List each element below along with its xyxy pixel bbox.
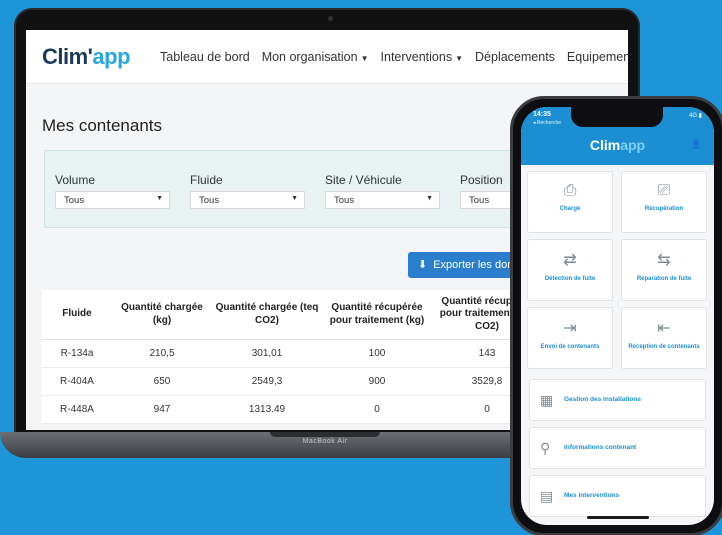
table-cell: R-404A bbox=[60, 376, 94, 387]
nav-mon-organisation[interactable]: Mon organisation ▼ bbox=[262, 50, 369, 64]
table-cell: 0 bbox=[374, 404, 380, 415]
site-vehicule-select[interactable]: Tous ▼ bbox=[325, 191, 440, 209]
filter-fluide: Fluide Tous ▼ bbox=[190, 173, 305, 209]
interventions-icon: ▤ bbox=[540, 488, 554, 504]
tile-recuperation[interactable]: ⎚ Récupération bbox=[621, 171, 707, 233]
tile-detection-fuite[interactable]: ⇄ Détection de fuite bbox=[527, 239, 613, 301]
status-indicators: 4G ▮ bbox=[689, 113, 702, 119]
user-icon[interactable]: 👤 bbox=[691, 139, 702, 150]
filter-label: Fluide bbox=[190, 173, 223, 187]
filter-label: Volume bbox=[55, 173, 96, 187]
dropdown-arrow-icon: ▼ bbox=[426, 195, 433, 202]
filter-site-vehicule: Site / Véhicule Tous ▼ bbox=[325, 173, 440, 209]
installations-icon: ▦ bbox=[540, 392, 554, 408]
table-cell: 900 bbox=[368, 376, 386, 387]
column-header[interactable]: Quantité récupérée pour traitement (kg) bbox=[322, 302, 432, 327]
send-container-icon: ⇥ bbox=[563, 320, 577, 337]
tile-reparation-fuite[interactable]: ⇆ Réparation de fuite bbox=[621, 239, 707, 301]
cylinder-out-icon: ⎚ bbox=[657, 182, 671, 199]
table-cell: 100 bbox=[368, 348, 386, 359]
leak-detect-icon: ⇄ bbox=[563, 252, 577, 269]
table-cell: R-448A bbox=[60, 404, 94, 415]
table-cell: R-134a bbox=[60, 348, 94, 359]
nav-interventions[interactable]: Interventions ▼ bbox=[381, 50, 464, 64]
tile-reception-contenants[interactable]: ⇤ Réception de contenants bbox=[621, 307, 707, 369]
cylinder-in-icon: ⎙ bbox=[563, 182, 577, 199]
table-cell: 301,01 bbox=[251, 348, 283, 359]
phone-screen: 14:35 ◂ Recherche 4G ▮ Climapp 👤 ⎙ Charg… bbox=[521, 107, 714, 525]
dropdown-arrow-icon: ▼ bbox=[291, 195, 298, 202]
leak-repair-icon: ⇆ bbox=[657, 252, 671, 269]
table-cell: 2549,3 bbox=[251, 376, 283, 387]
receive-container-icon: ⇤ bbox=[657, 320, 671, 337]
phone-notch bbox=[571, 107, 663, 127]
column-header[interactable]: Quantité chargée (kg) bbox=[112, 302, 212, 327]
app-logo[interactable]: Clim'app bbox=[42, 44, 131, 70]
download-icon: ⬇ bbox=[418, 259, 428, 271]
status-time: 14:35 bbox=[533, 111, 551, 118]
list-item-installations[interactable]: ▦ Gestion des installations bbox=[529, 379, 706, 421]
fluide-select[interactable]: Tous ▼ bbox=[190, 191, 305, 209]
list-item-mes-interventions[interactable]: ▤ Mes interventions bbox=[529, 475, 706, 517]
phone-header: 14:35 ◂ Recherche 4G ▮ Climapp 👤 bbox=[521, 107, 714, 165]
table-cell: 1313.49 bbox=[248, 404, 286, 415]
table-cell: 210,5 bbox=[149, 348, 175, 359]
filter-label: Site / Véhicule bbox=[325, 173, 402, 187]
laptop-notch bbox=[270, 432, 380, 437]
back-to-search[interactable]: ◂ Recherche bbox=[533, 120, 561, 126]
camera bbox=[328, 16, 333, 21]
phone-app-logo: Climapp bbox=[589, 137, 646, 153]
column-header[interactable]: Quantité chargée (teq CO2) bbox=[212, 302, 322, 327]
nav-deplacements[interactable]: Déplacements bbox=[475, 50, 555, 64]
tile-envoi-contenants[interactable]: ⇥ Envoi de contenants bbox=[527, 307, 613, 369]
tile-charge[interactable]: ⎙ Charge bbox=[527, 171, 613, 233]
list-item-informations-contenant[interactable]: ⚲ Informations contenant bbox=[529, 427, 706, 469]
nav-equipements[interactable]: Equipements▼ bbox=[567, 50, 628, 64]
dropdown-arrow-icon: ▼ bbox=[156, 195, 163, 202]
table-cell: 947 bbox=[153, 404, 171, 415]
container-info-icon: ⚲ bbox=[540, 440, 551, 456]
table-cell: 650 bbox=[153, 376, 171, 387]
top-nav: Clim'app Tableau de bord Mon organisatio… bbox=[26, 30, 628, 84]
chevron-down-icon: ▼ bbox=[360, 53, 369, 63]
phone: 14:35 ◂ Recherche 4G ▮ Climapp 👤 ⎙ Charg… bbox=[510, 96, 722, 535]
chevron-down-icon: ▼ bbox=[455, 53, 464, 63]
column-header[interactable]: Fluide bbox=[42, 308, 112, 321]
volume-select[interactable]: Tous ▼ bbox=[55, 191, 170, 209]
nav-tableau-de-bord[interactable]: Tableau de bord bbox=[160, 50, 250, 64]
filter-volume: Volume Tous ▼ bbox=[55, 173, 170, 209]
home-indicator[interactable] bbox=[587, 516, 649, 519]
